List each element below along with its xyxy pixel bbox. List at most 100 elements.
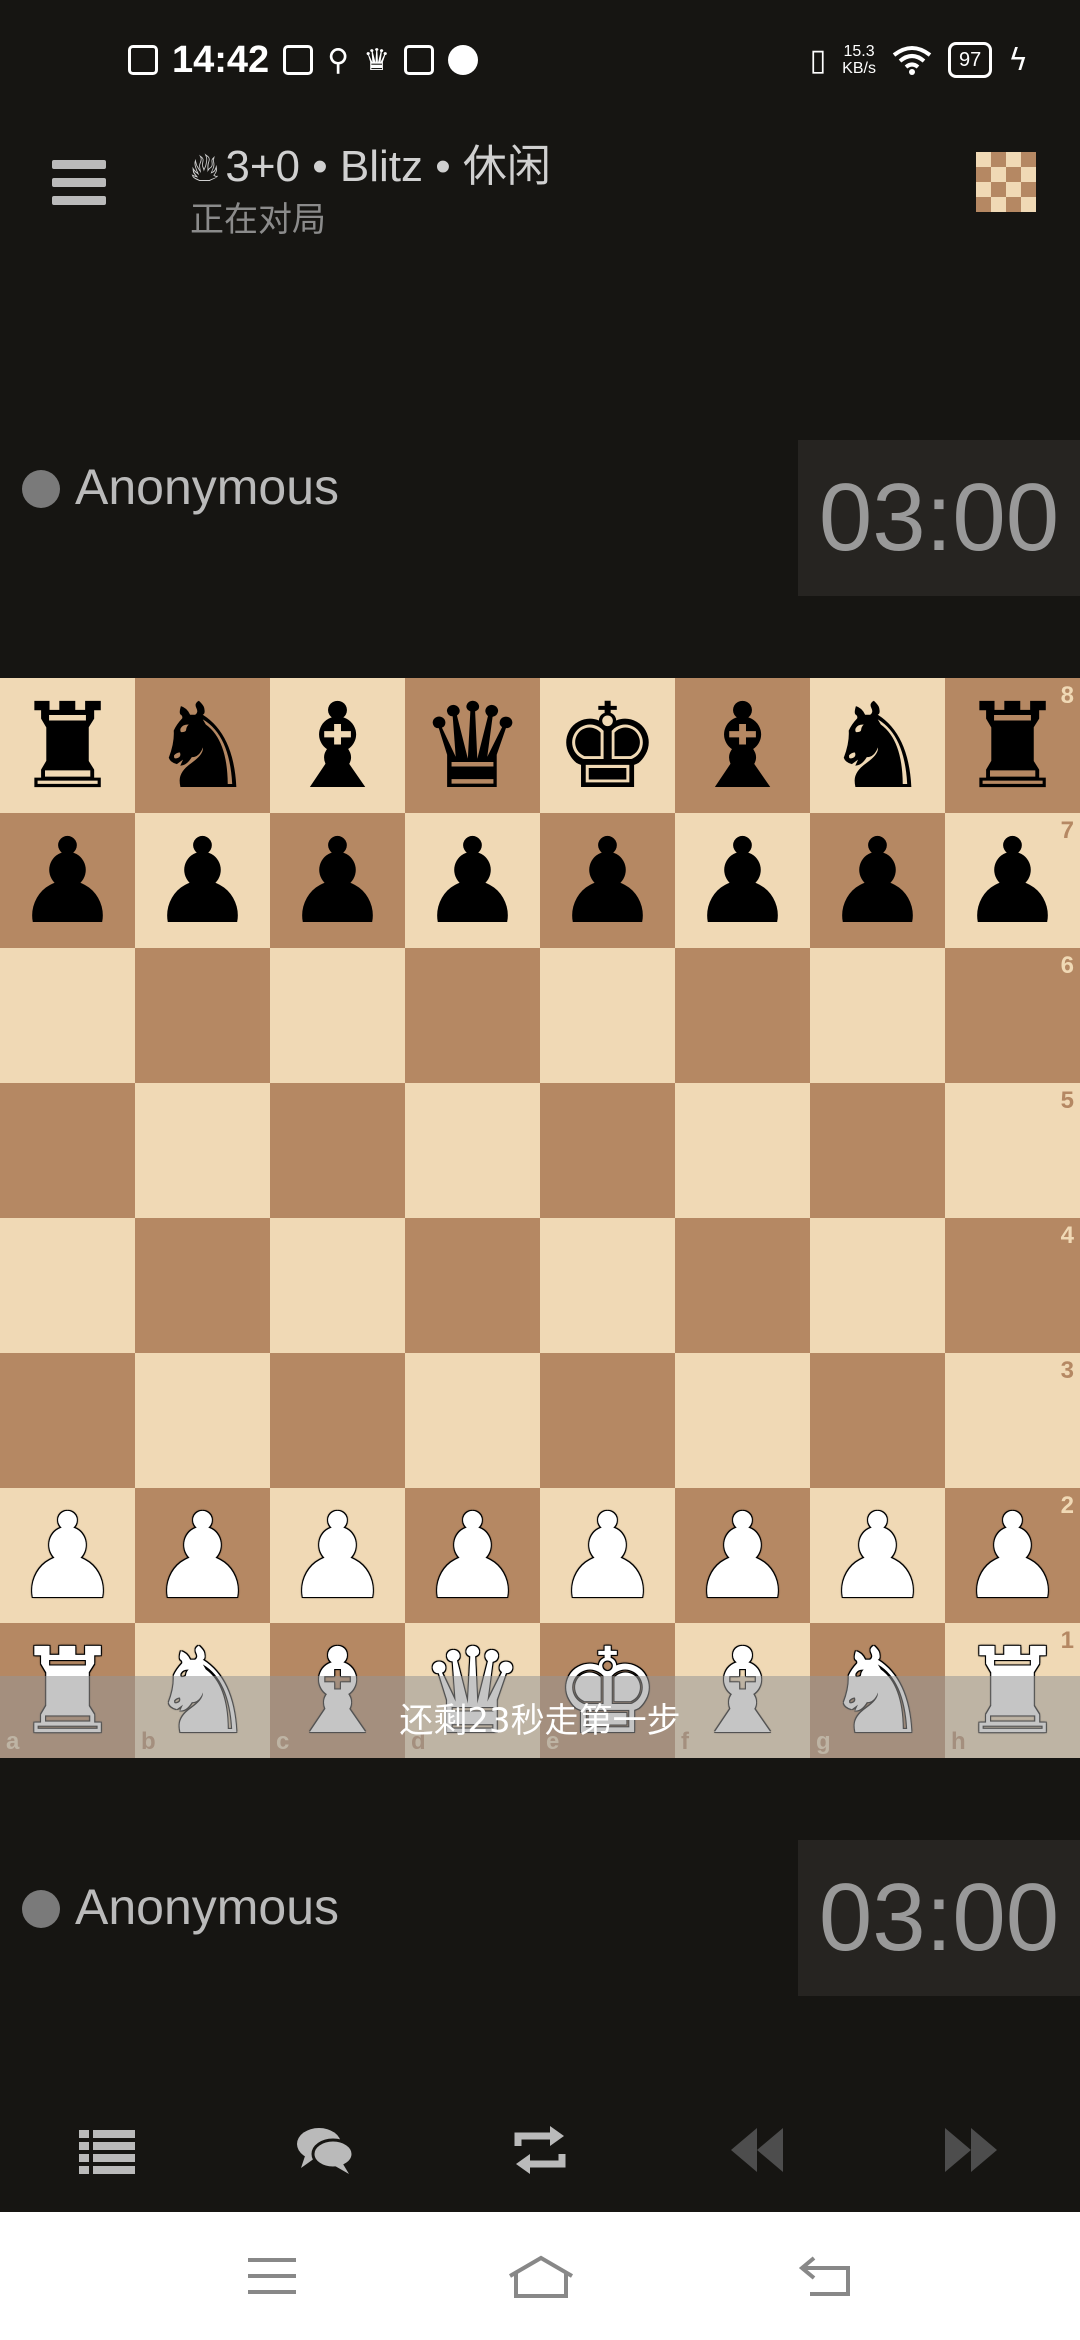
square-e5[interactable] <box>540 1083 675 1218</box>
square-b4[interactable] <box>135 1218 270 1353</box>
square-g4[interactable] <box>810 1218 945 1353</box>
square-d3[interactable] <box>405 1353 540 1488</box>
black-pawn-piece[interactable]: ♟ <box>285 822 391 940</box>
battery-indicator: 97 <box>947 42 993 78</box>
square-d4[interactable] <box>405 1218 540 1353</box>
black-pawn-piece[interactable]: ♟ <box>15 822 121 940</box>
system-nav-bar <box>0 2212 1080 2340</box>
square-a2[interactable]: ♟ <box>0 1488 135 1623</box>
square-a4[interactable] <box>0 1218 135 1353</box>
square-g6[interactable] <box>810 948 945 1083</box>
square-a7[interactable]: ♟ <box>0 813 135 948</box>
square-c3[interactable] <box>270 1353 405 1488</box>
moves-list-icon[interactable] <box>72 2120 142 2180</box>
fast-forward-icon[interactable] <box>936 2120 1006 2180</box>
black-rook-piece[interactable]: ♜ <box>960 687 1066 805</box>
square-e2[interactable]: ♟ <box>540 1488 675 1623</box>
black-queen-piece[interactable]: ♛ <box>420 687 526 805</box>
white-pawn-piece[interactable]: ♟ <box>15 1497 121 1615</box>
square-f2[interactable]: ♟ <box>675 1488 810 1623</box>
play-icon <box>404 45 435 75</box>
square-c5[interactable] <box>270 1083 405 1218</box>
back-icon[interactable] <box>796 2250 856 2302</box>
black-king-piece[interactable]: ♚ <box>555 687 661 805</box>
player-clock: 03:00 <box>798 1840 1080 1996</box>
square-c2[interactable]: ♟ <box>270 1488 405 1623</box>
square-g3[interactable] <box>810 1353 945 1488</box>
square-h4[interactable]: 4 <box>945 1218 1080 1353</box>
rewind-icon[interactable] <box>722 2120 792 2180</box>
square-e4[interactable] <box>540 1218 675 1353</box>
black-pawn-piece[interactable]: ♟ <box>555 822 661 940</box>
board-icon[interactable] <box>976 152 1036 212</box>
square-d7[interactable]: ♟ <box>405 813 540 948</box>
square-f7[interactable]: ♟ <box>675 813 810 948</box>
rank-label: 8 <box>1060 682 1074 709</box>
square-g7[interactable]: ♟ <box>810 813 945 948</box>
square-e6[interactable] <box>540 948 675 1083</box>
square-h6[interactable]: 6 <box>945 948 1080 1083</box>
black-pawn-piece[interactable]: ♟ <box>960 822 1066 940</box>
rank-label: 1 <box>1060 1627 1074 1654</box>
square-g2[interactable]: ♟ <box>810 1488 945 1623</box>
square-f8[interactable]: ♝ <box>675 678 810 813</box>
square-e8[interactable]: ♚ <box>540 678 675 813</box>
flip-board-icon[interactable] <box>505 2120 575 2180</box>
white-pawn-piece[interactable]: ♟ <box>420 1497 526 1615</box>
square-b8[interactable]: ♞ <box>135 678 270 813</box>
square-a6[interactable] <box>0 948 135 1083</box>
black-rook-piece[interactable]: ♜ <box>15 687 121 805</box>
recent-apps-icon[interactable] <box>242 2250 302 2302</box>
square-b7[interactable]: ♟ <box>135 813 270 948</box>
white-pawn-piece[interactable]: ♟ <box>150 1497 256 1615</box>
square-e7[interactable]: ♟ <box>540 813 675 948</box>
black-pawn-piece[interactable]: ♟ <box>825 822 931 940</box>
square-h5[interactable]: 5 <box>945 1083 1080 1218</box>
chat-icon[interactable] <box>290 2120 360 2180</box>
square-b2[interactable]: ♟ <box>135 1488 270 1623</box>
chess-board[interactable]: ♜♞♝♛♚♝♞♜8♟♟♟♟♟♟♟♟76543♟♟♟♟♟♟♟♟2♜a♞b♝c♛d♚… <box>0 678 1080 1758</box>
square-a3[interactable] <box>0 1353 135 1488</box>
black-knight-piece[interactable]: ♞ <box>825 687 931 805</box>
square-c8[interactable]: ♝ <box>270 678 405 813</box>
sim-icon <box>128 45 158 75</box>
home-icon[interactable] <box>506 2250 576 2302</box>
square-c7[interactable]: ♟ <box>270 813 405 948</box>
square-h2[interactable]: ♟ 2 <box>945 1488 1080 1623</box>
white-pawn-piece[interactable]: ♟ <box>555 1497 661 1615</box>
white-pawn-piece[interactable]: ♟ <box>825 1497 931 1615</box>
square-g8[interactable]: ♞ <box>810 678 945 813</box>
black-pawn-piece[interactable]: ♟ <box>420 822 526 940</box>
usb-icon: ⚲ <box>327 42 350 78</box>
square-a8[interactable]: ♜ <box>0 678 135 813</box>
square-c4[interactable] <box>270 1218 405 1353</box>
black-pawn-piece[interactable]: ♟ <box>150 822 256 940</box>
square-h3[interactable]: 3 <box>945 1353 1080 1488</box>
square-b3[interactable] <box>135 1353 270 1488</box>
square-h8[interactable]: ♜ 8 <box>945 678 1080 813</box>
square-g5[interactable] <box>810 1083 945 1218</box>
square-d5[interactable] <box>405 1083 540 1218</box>
square-d6[interactable] <box>405 948 540 1083</box>
square-f3[interactable] <box>675 1353 810 1488</box>
white-pawn-piece[interactable]: ♟ <box>285 1497 391 1615</box>
white-pawn-piece[interactable]: ♟ <box>960 1497 1066 1615</box>
black-bishop-piece[interactable]: ♝ <box>690 687 796 805</box>
black-pawn-piece[interactable]: ♟ <box>690 822 796 940</box>
game-controls <box>0 2090 1080 2210</box>
menu-icon[interactable] <box>52 160 106 206</box>
square-e3[interactable] <box>540 1353 675 1488</box>
white-pawn-piece[interactable]: ♟ <box>690 1497 796 1615</box>
black-knight-piece[interactable]: ♞ <box>150 687 256 805</box>
square-b6[interactable] <box>135 948 270 1083</box>
square-f6[interactable] <box>675 948 810 1083</box>
square-d2[interactable]: ♟ <box>405 1488 540 1623</box>
square-d8[interactable]: ♛ <box>405 678 540 813</box>
square-c6[interactable] <box>270 948 405 1083</box>
square-f4[interactable] <box>675 1218 810 1353</box>
square-f5[interactable] <box>675 1083 810 1218</box>
square-a5[interactable] <box>0 1083 135 1218</box>
square-b5[interactable] <box>135 1083 270 1218</box>
square-h7[interactable]: ♟ 7 <box>945 813 1080 948</box>
black-bishop-piece[interactable]: ♝ <box>285 687 391 805</box>
